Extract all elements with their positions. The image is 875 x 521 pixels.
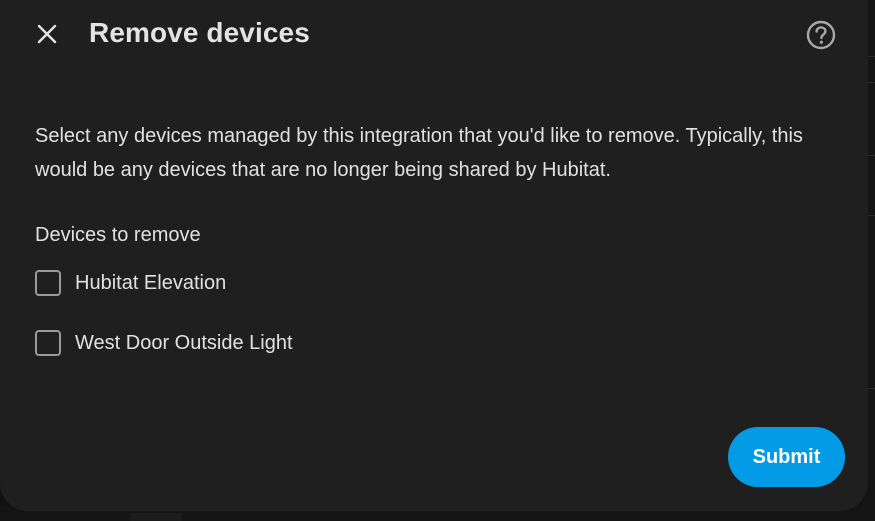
close-button[interactable] — [27, 14, 67, 54]
help-button[interactable] — [801, 15, 841, 55]
close-icon — [37, 24, 57, 44]
remove-devices-dialog: Remove devices Select any devices manage… — [0, 0, 868, 511]
device-option-label: West Door Outside Light — [75, 331, 293, 354]
checkbox[interactable] — [35, 270, 61, 296]
device-option-west-door-outside-light[interactable]: West Door Outside Light — [35, 328, 293, 358]
help-circle-icon — [806, 20, 836, 50]
dialog-title: Remove devices — [89, 17, 310, 48]
device-option-label: Hubitat Elevation — [75, 271, 227, 294]
devices-field-label: Devices to remove — [35, 224, 201, 246]
checkbox[interactable] — [35, 330, 61, 356]
device-option-hubitat-elevation[interactable]: Hubitat Elevation — [35, 268, 226, 298]
submit-button[interactable]: Submit — [728, 427, 845, 487]
dialog-description: Select any devices managed by this integ… — [35, 125, 803, 181]
